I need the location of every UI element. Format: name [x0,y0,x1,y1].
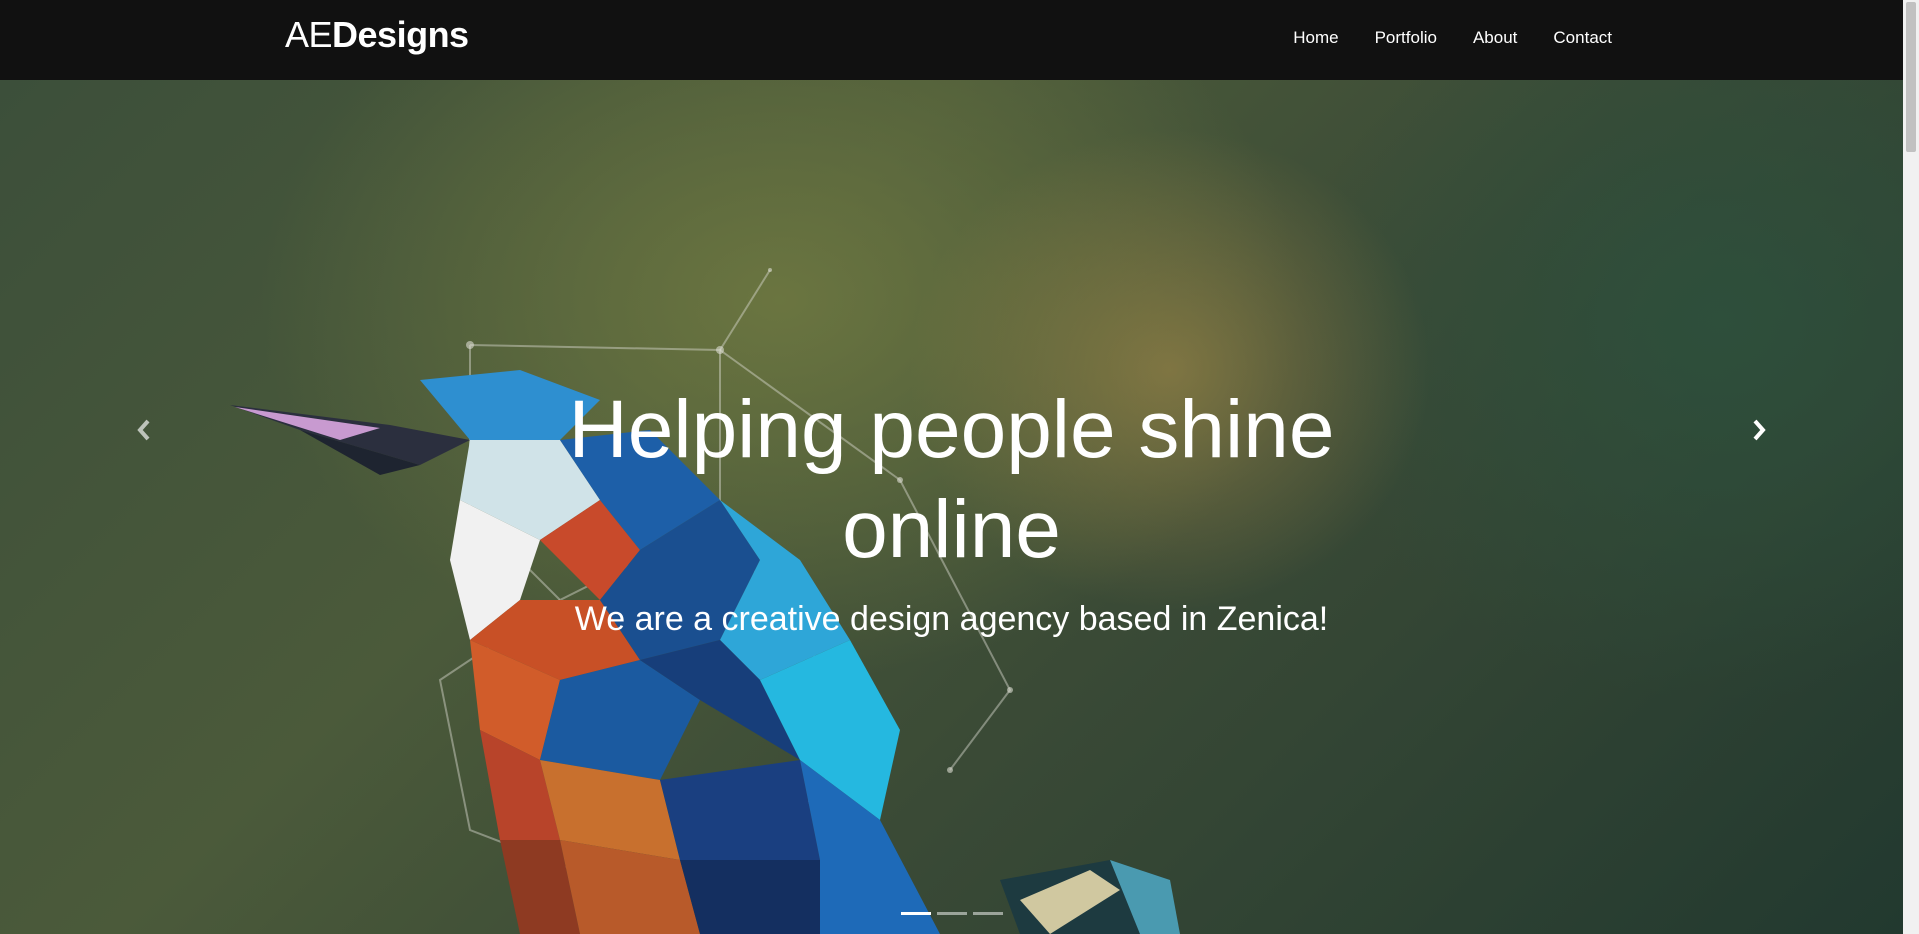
carousel-indicator-2[interactable] [937,912,967,915]
main-nav: Home Portfolio About Contact [1293,28,1612,48]
hero-carousel: Helping people shine online We are a cre… [0,80,1903,934]
nav-item-portfolio[interactable]: Portfolio [1375,28,1437,48]
brand-logo[interactable]: AEDesigns [285,14,469,56]
brand-logo-light: AE [285,14,333,55]
brand-logo-bold: Designs [332,14,469,55]
scrollbar-thumb[interactable] [1906,2,1916,152]
nav-item-contact[interactable]: Contact [1553,28,1612,48]
hero-caption: Helping people shine online We are a cre… [0,380,1903,639]
chevron-left-icon [137,419,150,441]
nav-item-home[interactable]: Home [1293,28,1338,48]
navbar: AEDesigns Home Portfolio About Contact [0,0,1903,80]
carousel-indicator-1[interactable] [901,912,931,915]
carousel-indicators [901,912,1003,915]
nav-item-about[interactable]: About [1473,28,1517,48]
chevron-right-icon [1753,419,1766,441]
page-scrollbar[interactable] [1903,0,1919,934]
hero-headline: Helping people shine online [568,384,1335,575]
carousel-prev-button[interactable] [124,410,164,450]
carousel-next-button[interactable] [1739,410,1779,450]
carousel-indicator-3[interactable] [973,912,1003,915]
hero-tagline: We are a creative design agency based in… [574,600,1329,638]
